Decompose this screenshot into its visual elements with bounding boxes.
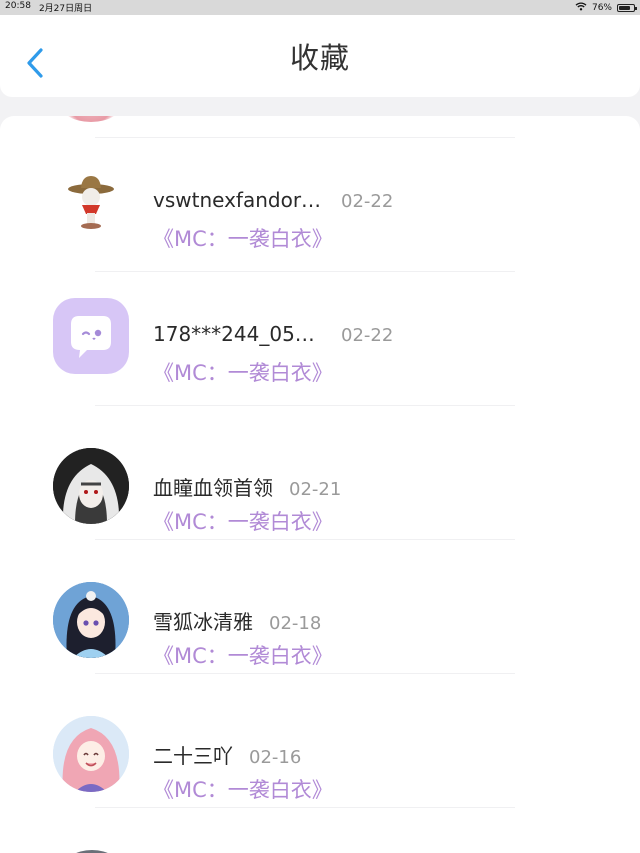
- list-item[interactable]: 178***244_054... 02-22 《MC：一袭白衣》: [0, 272, 640, 406]
- favorite-date: 02-18: [269, 613, 322, 634]
- list-item[interactable]: vswtnexfandoric... 02-22 《MC：一袭白衣》: [0, 138, 640, 272]
- chevron-left-icon: [27, 48, 43, 78]
- list-divider: [95, 807, 515, 808]
- partial-avatar: [60, 116, 122, 122]
- user-name: 血瞳血领首领: [153, 476, 273, 500]
- favorite-date: 02-22: [341, 191, 394, 212]
- cowboy-figure-avatar: [53, 164, 129, 240]
- anime-girl-blue-avatar: [53, 582, 129, 658]
- book-title-link[interactable]: 《MC：一袭白衣》: [153, 640, 333, 670]
- book-title-link[interactable]: 《MC：一袭白衣》: [153, 357, 333, 387]
- battery-icon: [617, 3, 637, 12]
- user-name: 雪狐冰清雅: [153, 610, 253, 634]
- favorite-date: 02-21: [289, 479, 342, 500]
- back-button[interactable]: [20, 45, 50, 81]
- battery-fill: [619, 5, 630, 10]
- list-item[interactable]: 二十三吖 02-16 《MC：一袭白衣》: [0, 674, 640, 808]
- book-title-link[interactable]: 《MC：一袭白衣》: [153, 774, 333, 804]
- page-title: 收藏: [289, 41, 350, 75]
- favorite-date: 02-22: [341, 325, 394, 346]
- status-time: 20:58: [5, 1, 31, 11]
- user-name: 178***244_054...: [153, 322, 325, 346]
- book-title-link[interactable]: 《MC：一袭白衣》: [153, 506, 333, 536]
- list-item[interactable]: 血瞳血领首领 02-21 《MC：一袭白衣》: [0, 406, 640, 540]
- hooded-character-avatar: [53, 448, 129, 524]
- status-bar: 20:58 2月27日周日 76%: [0, 0, 640, 15]
- wifi-icon: [575, 1, 587, 14]
- user-name: vswtnexfandoric...: [153, 188, 325, 212]
- battery-percent: 76%: [591, 2, 612, 13]
- list-item[interactable]: 雪狐冰清雅 02-18 《MC：一袭白衣》: [0, 540, 640, 674]
- anime-girl-pink-avatar: [53, 716, 129, 792]
- navigation-header: 收藏: [0, 15, 640, 97]
- favorite-date: 02-16: [249, 747, 302, 768]
- chat-bubble-avatar: [53, 298, 129, 374]
- book-title-link[interactable]: 《MC：一袭白衣》: [153, 223, 333, 253]
- user-name: 二十三吖: [153, 744, 233, 768]
- favorites-list: vswtnexfandoric... 02-22 《MC：一袭白衣》 178**…: [0, 116, 640, 853]
- status-date: 2月27日周日: [38, 4, 93, 14]
